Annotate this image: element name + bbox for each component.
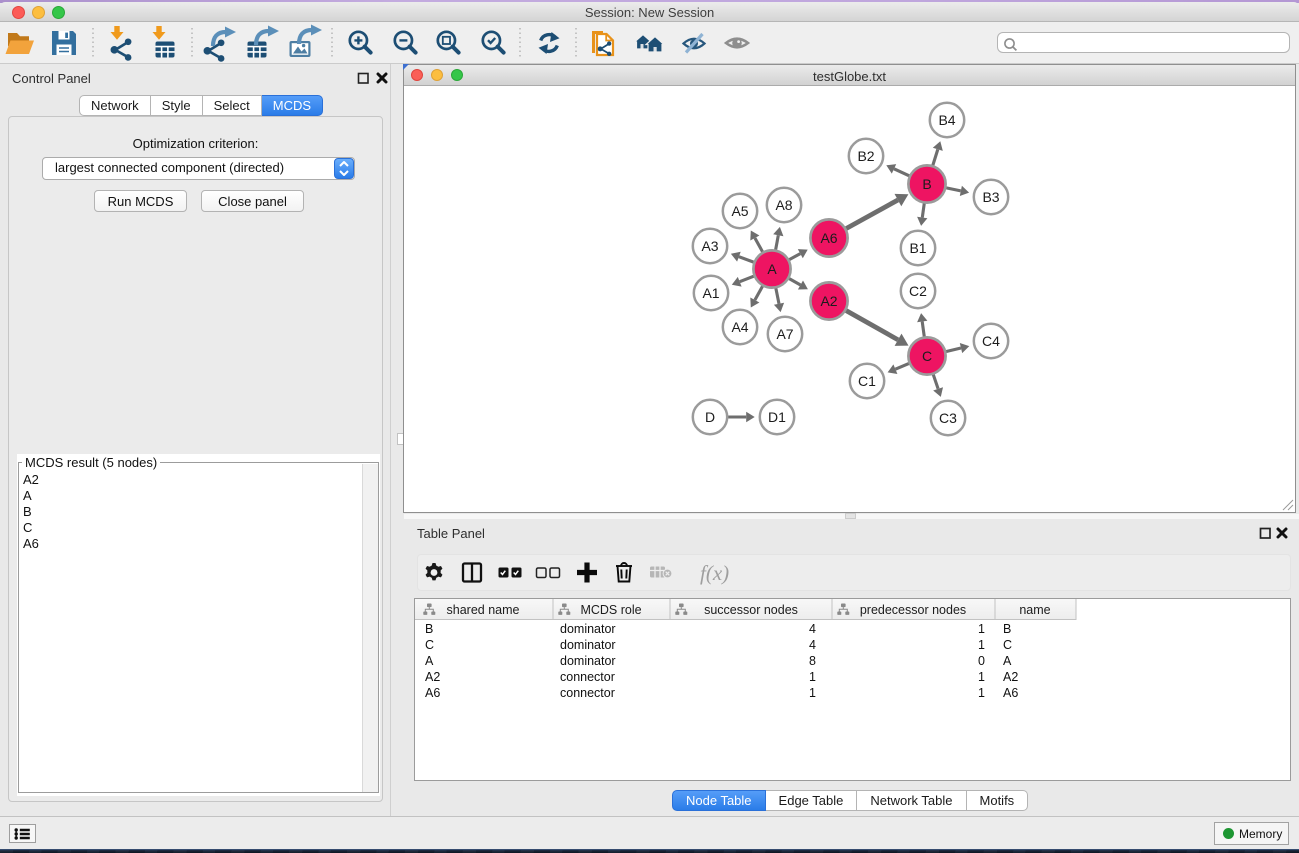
svg-text:C: C bbox=[1003, 638, 1012, 652]
svg-text:4: 4 bbox=[809, 622, 816, 636]
svg-text:1: 1 bbox=[978, 622, 985, 636]
svg-text:A2: A2 bbox=[425, 670, 440, 684]
svg-text:A6: A6 bbox=[1003, 686, 1018, 700]
svg-text:C: C bbox=[425, 638, 434, 652]
svg-text:predecessor nodes: predecessor nodes bbox=[860, 603, 966, 617]
svg-text:successor nodes: successor nodes bbox=[704, 603, 798, 617]
svg-text:connector: connector bbox=[560, 670, 615, 684]
svg-text:1: 1 bbox=[809, 686, 816, 700]
svg-text:connector: connector bbox=[560, 686, 615, 700]
svg-text:B: B bbox=[1003, 622, 1011, 636]
svg-text:8: 8 bbox=[809, 654, 816, 668]
svg-text:dominator: dominator bbox=[560, 622, 616, 636]
svg-text:4: 4 bbox=[809, 638, 816, 652]
svg-text:name: name bbox=[1019, 603, 1050, 617]
svg-text:MCDS role: MCDS role bbox=[580, 603, 641, 617]
svg-text:1: 1 bbox=[978, 638, 985, 652]
svg-text:1: 1 bbox=[978, 686, 985, 700]
svg-text:1: 1 bbox=[978, 670, 985, 684]
svg-text:B: B bbox=[425, 622, 433, 636]
svg-text:A2: A2 bbox=[1003, 670, 1018, 684]
svg-text:shared name: shared name bbox=[447, 603, 520, 617]
svg-text:dominator: dominator bbox=[560, 638, 616, 652]
svg-text:dominator: dominator bbox=[560, 654, 616, 668]
svg-text:A: A bbox=[1003, 654, 1012, 668]
svg-text:1: 1 bbox=[809, 670, 816, 684]
svg-text:A6: A6 bbox=[425, 686, 440, 700]
svg-text:0: 0 bbox=[978, 654, 985, 668]
svg-text:A: A bbox=[425, 654, 434, 668]
svg-text:f(x): f(x) bbox=[700, 561, 729, 585]
